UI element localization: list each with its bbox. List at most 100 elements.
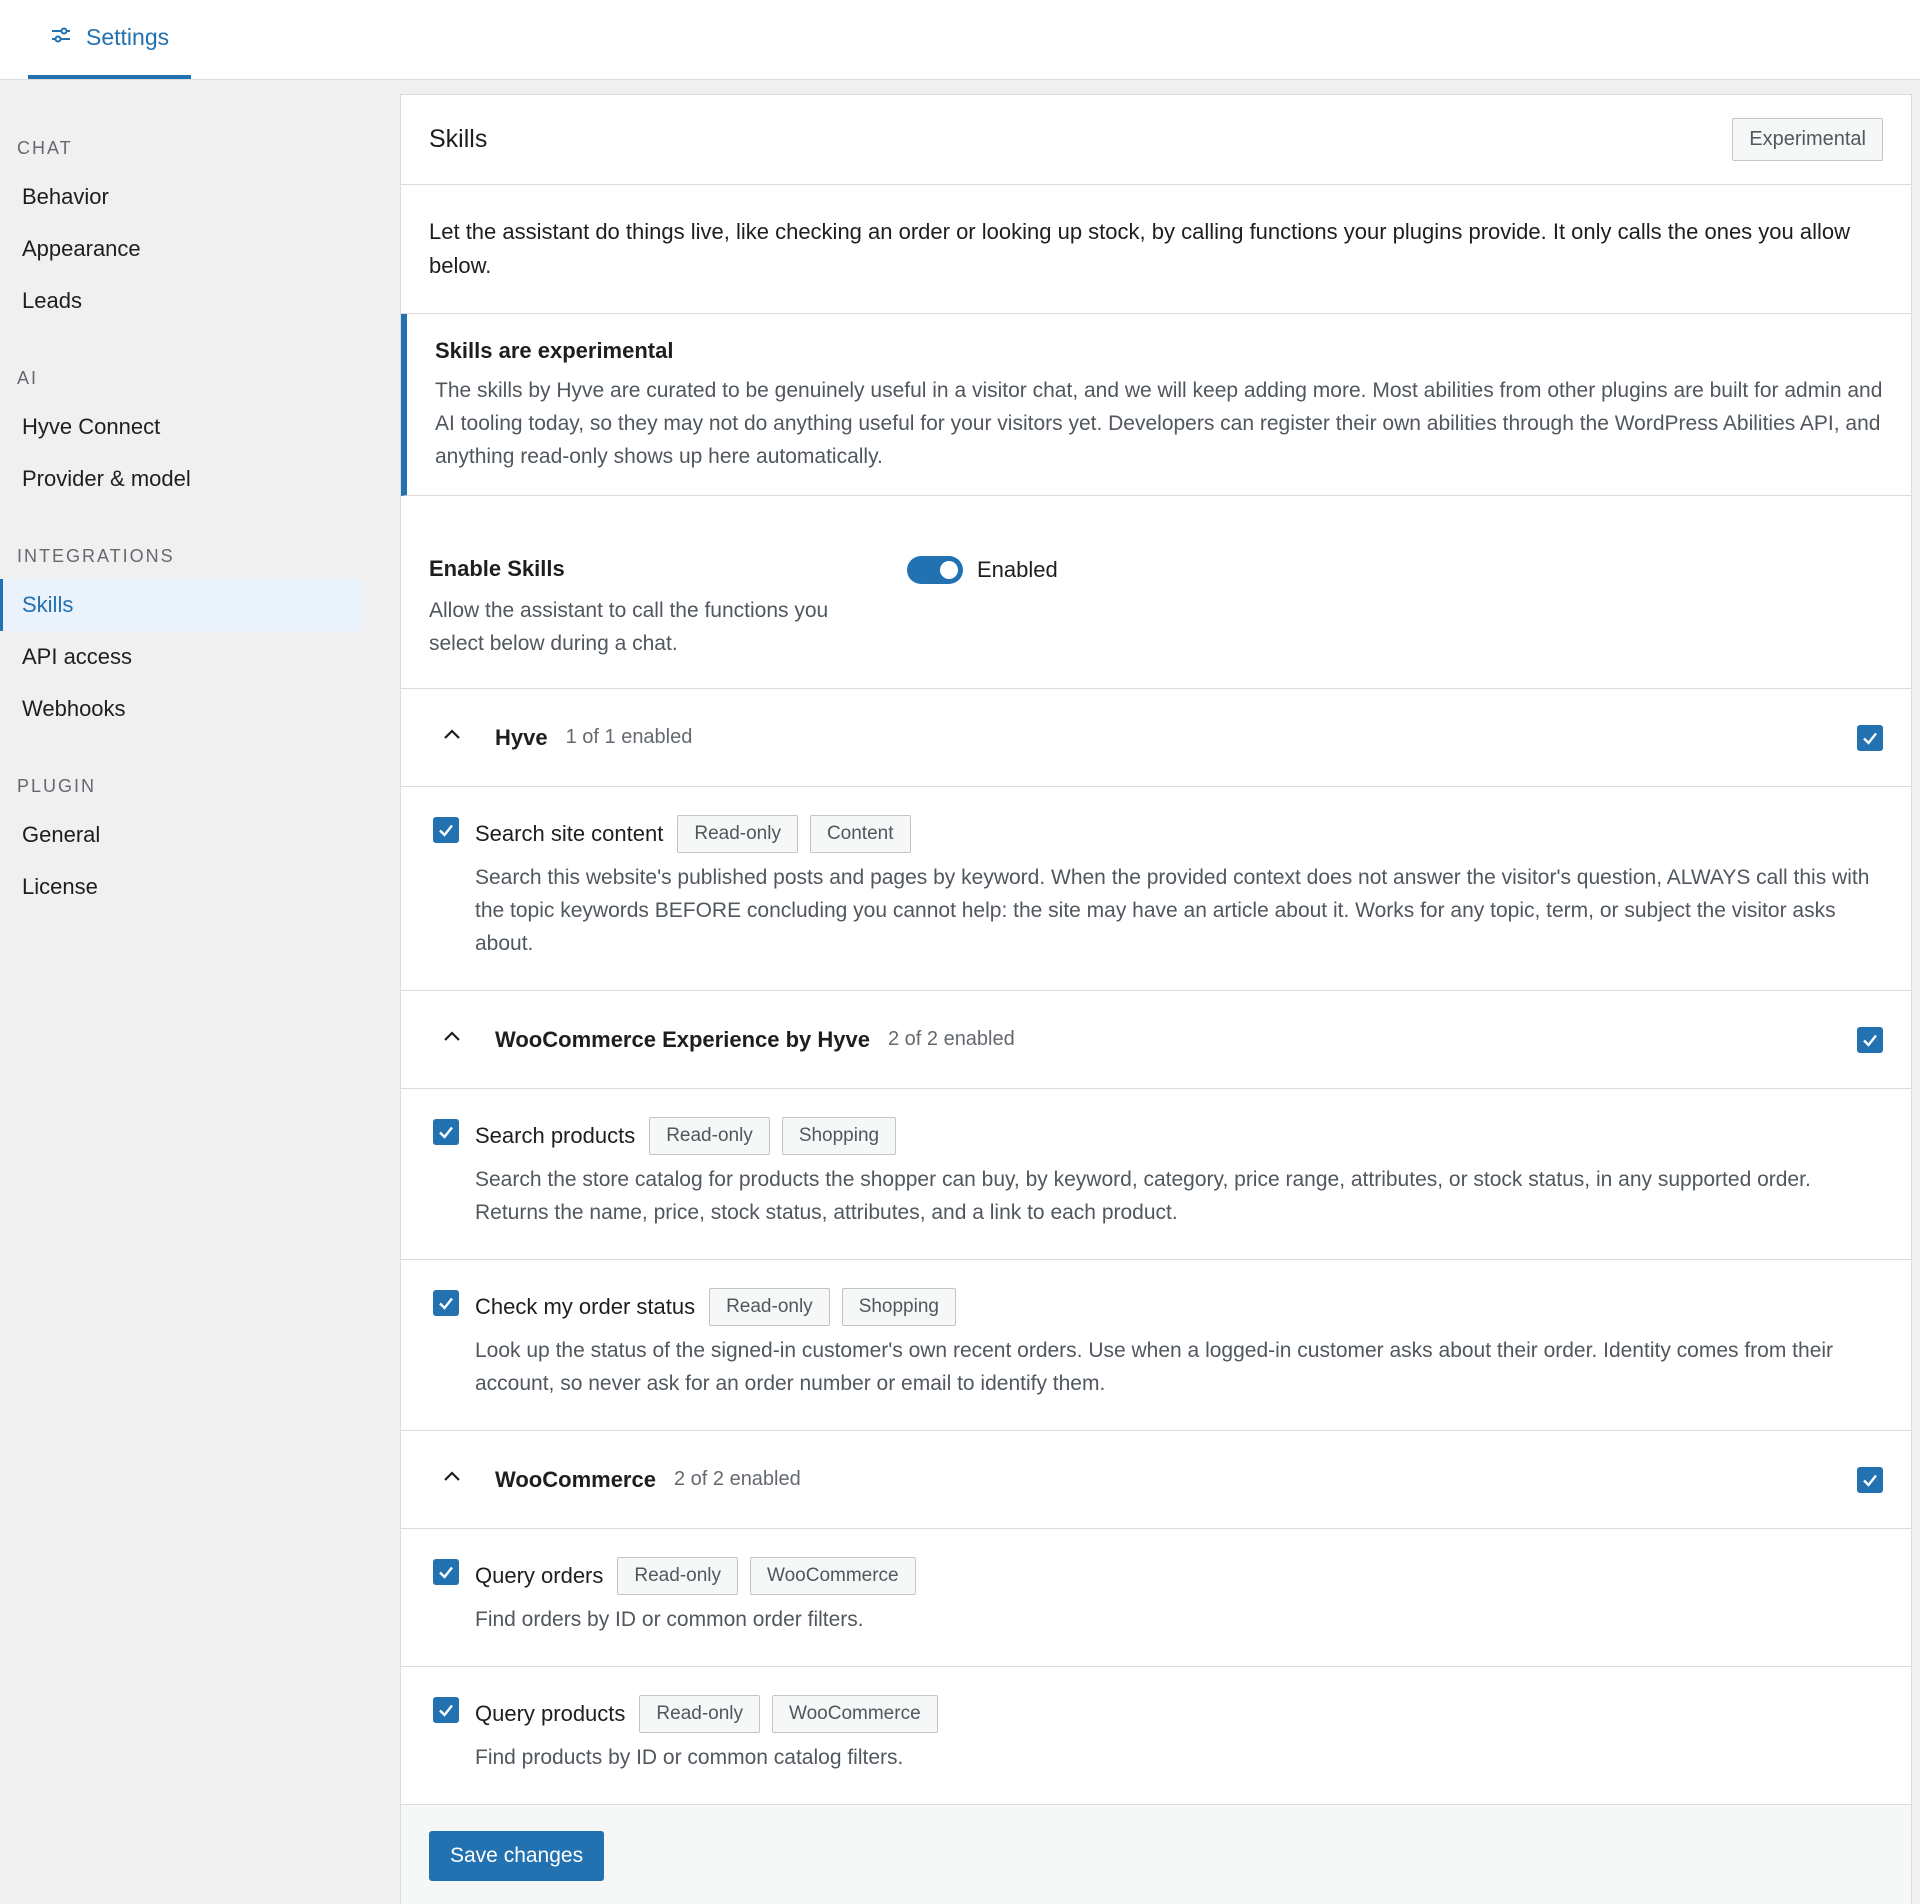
enable-skills-row: Enable Skills Allow the assistant to cal… [401, 496, 1911, 689]
check-icon [439, 1566, 453, 1579]
skill-tag: Read-only [677, 815, 798, 853]
skill-body: Query orders Read-only WooCommerce Find … [475, 1557, 1883, 1636]
skill-checkbox[interactable] [433, 1697, 459, 1723]
skill-tag: Read-only [639, 1695, 761, 1733]
toggle-label: Enabled [977, 557, 1058, 582]
skill-head: Query products Read-only WooCommerce [475, 1695, 1883, 1733]
sidebar-item-api-access[interactable]: API access [0, 631, 362, 683]
tab-settings[interactable]: Settings [28, 0, 192, 79]
toggle-knob [940, 561, 958, 579]
sidebar-item-webhooks[interactable]: Webhooks [0, 683, 362, 735]
nav-heading: AI [17, 368, 39, 388]
skill-desc: Look up the status of the signed-in cust… [475, 1339, 1834, 1395]
skill-row: Query orders Read-only WooCommerce Find … [401, 1529, 1911, 1667]
skill-tag: Content [809, 815, 911, 853]
skill-desc: Search this website's published posts an… [475, 866, 1870, 955]
sidebar: CHAT Behavior Appearance Leads AI Hyve C… [0, 81, 362, 1904]
nav-heading: CHAT [17, 138, 73, 158]
save-button[interactable]: Save changes [429, 1831, 605, 1881]
skill-tag: Shopping [781, 1117, 897, 1155]
nav-heading: PLUGIN [17, 776, 97, 796]
skill-name: Search products [475, 1123, 636, 1148]
skill-body: Check my order status Read-only Shopping… [475, 1288, 1883, 1400]
skills-card: Skills Experimental Let the assistant do… [400, 94, 1912, 1904]
tab-settings-label: Settings [86, 24, 170, 50]
intro-text: Let the assistant do things live, like c… [401, 185, 1911, 314]
notice-text: The skills by Hyve are curated to be gen… [435, 379, 1883, 468]
top-bar: Settings [0, 0, 1920, 80]
nav-group-integrations: INTEGRATIONS Skills API access Webhooks [0, 531, 362, 735]
skill-checkbox[interactable] [433, 817, 459, 843]
skill-name: Query orders [475, 1563, 604, 1588]
skill-tag: Shopping [841, 1288, 956, 1326]
check-icon [1863, 1474, 1877, 1487]
card-header: Skills Experimental [401, 95, 1911, 185]
skill-name: Query products [475, 1701, 626, 1726]
skill-name: Check my order status [475, 1294, 696, 1319]
group-name: WooCommerce Experience by Hyve [495, 1026, 870, 1052]
skill-name: Search site content [475, 821, 664, 846]
group-checkbox[interactable] [1857, 1466, 1883, 1493]
sidebar-item-skills[interactable]: Skills [0, 579, 362, 631]
skill-checkbox[interactable] [433, 1119, 459, 1145]
skill-body: Query products Read-only WooCommerce Fin… [475, 1695, 1883, 1774]
sliders-icon [50, 24, 72, 52]
sidebar-item-behavior[interactable]: Behavior [0, 171, 362, 223]
skill-desc: Search the store catalog for products th… [475, 1168, 1811, 1224]
sidebar-item-general[interactable]: General [0, 809, 362, 861]
skill-head: Check my order status Read-only Shopping [475, 1288, 1883, 1326]
enable-skills-title: Enable Skills [429, 556, 565, 581]
skill-checkbox[interactable] [433, 1290, 459, 1316]
experimental-badge: Experimental [1732, 118, 1883, 161]
group-header-woocommerce-experience[interactable]: WooCommerce Experience by Hyve 2 of 2 en… [401, 991, 1911, 1089]
experimental-notice: Skills are experimental The skills by Hy… [401, 314, 1911, 496]
page-title: Skills [429, 125, 488, 153]
skill-tag: Read-only [709, 1288, 830, 1326]
enable-skills-info: Enable Skills Allow the assistant to cal… [429, 556, 907, 660]
group-header-woocommerce[interactable]: WooCommerce 2 of 2 enabled [401, 1431, 1911, 1529]
group-count: 1 of 1 enabled [565, 726, 693, 748]
check-icon [439, 1297, 453, 1310]
skill-head: Search products Read-only Shopping [475, 1117, 1883, 1155]
group-name: WooCommerce [495, 1466, 656, 1492]
notice-title: Skills are experimental [435, 338, 674, 363]
enable-skills-toggle[interactable] [907, 556, 963, 584]
nav-group-plugin: PLUGIN General License [0, 761, 362, 913]
check-icon [439, 1126, 453, 1139]
chevron-up-icon[interactable] [439, 1464, 495, 1495]
skill-row: Check my order status Read-only Shopping… [401, 1260, 1911, 1431]
skill-desc: Find products by ID or common catalog fi… [475, 1746, 904, 1769]
skill-row: Search products Read-only Shopping Searc… [401, 1089, 1911, 1260]
check-icon [1863, 732, 1877, 745]
nav-group-chat: CHAT Behavior Appearance Leads [0, 123, 362, 327]
chevron-up-icon[interactable] [439, 1024, 495, 1055]
group-header-hyve[interactable]: Hyve 1 of 1 enabled [401, 689, 1911, 787]
sidebar-item-hyve-connect[interactable]: Hyve Connect [0, 401, 362, 453]
sidebar-item-provider-model[interactable]: Provider & model [0, 453, 362, 505]
skill-tag: WooCommerce [750, 1557, 916, 1595]
sidebar-item-appearance[interactable]: Appearance [0, 223, 362, 275]
sidebar-item-leads[interactable]: Leads [0, 275, 362, 327]
skill-desc: Find orders by ID or common order filter… [475, 1608, 864, 1631]
group-checkbox[interactable] [1857, 1026, 1883, 1053]
skill-tag: Read-only [617, 1557, 738, 1595]
skill-body: Search products Read-only Shopping Searc… [475, 1117, 1883, 1229]
skill-head: Search site content Read-only Content [475, 815, 1883, 853]
skill-body: Search site content Read-only Content Se… [475, 815, 1883, 960]
nav-group-ai: AI Hyve Connect Provider & model [0, 353, 362, 505]
skill-checkbox[interactable] [433, 1559, 459, 1585]
check-icon [439, 824, 453, 837]
group-count: 2 of 2 enabled [673, 1468, 801, 1490]
nav-heading: INTEGRATIONS [17, 546, 175, 566]
group-checkbox[interactable] [1857, 724, 1883, 751]
skill-row: Query products Read-only WooCommerce Fin… [401, 1667, 1911, 1805]
card-footer: Save changes [401, 1805, 1911, 1904]
skill-head: Query orders Read-only WooCommerce [475, 1557, 1883, 1595]
skill-row: Search site content Read-only Content Se… [401, 787, 1911, 991]
skill-tag: Read-only [649, 1117, 770, 1155]
check-icon [439, 1704, 453, 1717]
chevron-up-icon[interactable] [439, 722, 495, 753]
enable-skills-desc: Allow the assistant to call the function… [429, 599, 829, 655]
sidebar-item-license[interactable]: License [0, 861, 362, 913]
check-icon [1863, 1034, 1877, 1047]
